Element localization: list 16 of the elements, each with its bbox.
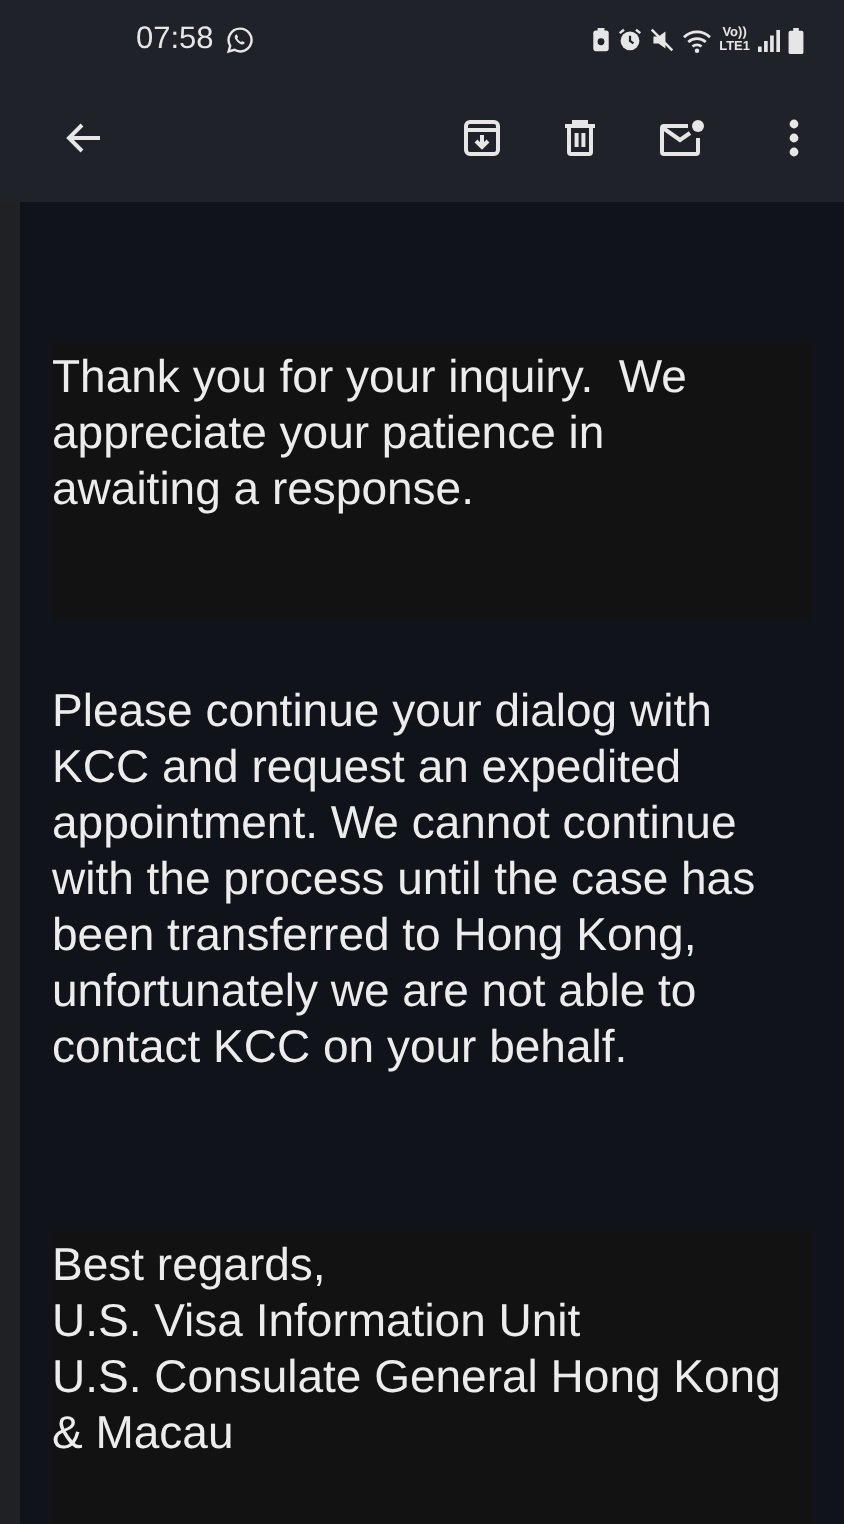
message-paragraph: Best regards, U.S. Visa Information Unit U.S. Consulate General Hong Kong & Macau	[52, 1236, 783, 1460]
menu-icon	[788, 118, 800, 158]
signal-icon	[758, 29, 780, 51]
battery-saver-icon	[591, 28, 610, 52]
battery-icon	[788, 27, 804, 53]
mute-icon	[649, 28, 674, 52]
alarm-clock-icon	[617, 28, 642, 52]
message-paragraph: Please continue your dialog with KCC and request an expedited appointment. We cannot continue with the process until the case has been transferred to Hong Kong, unfortunately we are not able to contact KCC on your behalf.	[52, 682, 758, 1074]
envelope-dot-icon	[658, 118, 706, 158]
chat-bubble-icon	[225, 26, 254, 54]
trash-icon	[560, 118, 600, 158]
wifi-icon	[681, 27, 712, 53]
archive-icon	[462, 118, 502, 158]
message-paragraph: Thank you for your inquiry. We appreciate your patience in awaiting a response.	[52, 348, 689, 516]
back-arrow-icon	[64, 118, 104, 158]
clock-time: 07:58	[136, 22, 214, 58]
